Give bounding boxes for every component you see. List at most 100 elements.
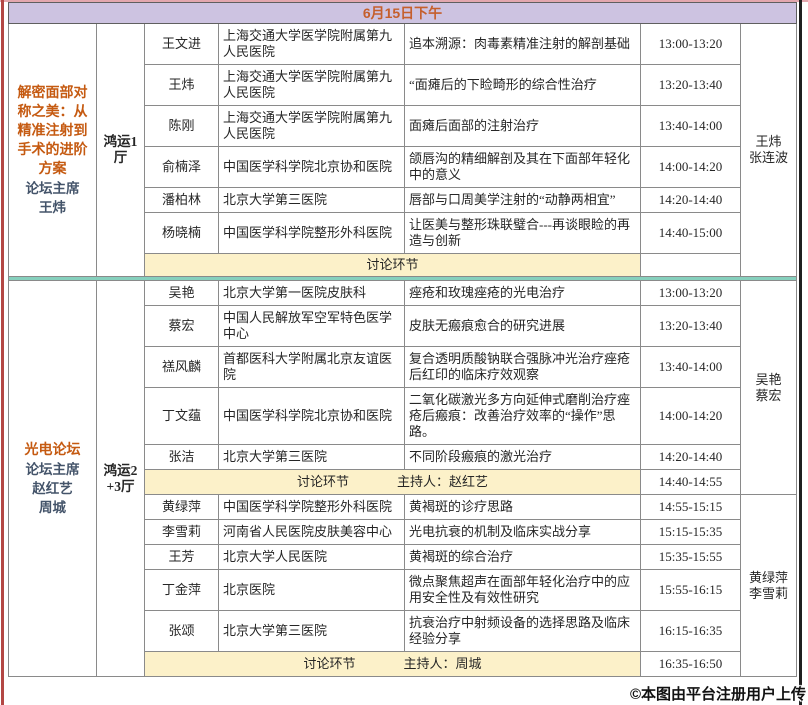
title-cell: 复合透明质酸钠联合强脉冲光治疗痤疮后红印的临床疗效观察 (405, 347, 641, 388)
title-cell: 面瘫后面部的注射治疗 (405, 106, 641, 147)
schedule-page: 6月15日下午 解密面部对称之美：从精准注射到手术的进阶方案论坛主席王炜鸿运1厅… (0, 0, 808, 705)
forum-chair-name: 王炜 (12, 198, 93, 217)
forum-chair-label: 论坛主席 (12, 460, 93, 479)
discussion-cell: 讨论环节 主持人：赵红艺 (145, 470, 641, 495)
affiliation-cell: 北京大学人民医院 (219, 545, 405, 570)
affiliation-cell: 北京大学第三医院 (219, 611, 405, 652)
moderator-name: 蔡宏 (745, 388, 792, 404)
affiliation-cell: 上海交通大学医学院附属第九人民医院 (219, 24, 405, 65)
discussion-cell: 讨论环节 主持人：周城 (145, 652, 641, 677)
time-cell: 15:55-16:15 (641, 570, 741, 611)
forum-cell: 解密面部对称之美：从精准注射到手术的进阶方案论坛主席王炜 (9, 24, 97, 277)
speaker-cell: 李雪莉 (145, 520, 219, 545)
discussion-host-name: 赵红艺 (449, 474, 488, 489)
affiliation-cell: 中国医学科学院整形外科医院 (219, 213, 405, 254)
time-cell (641, 254, 741, 277)
forum-cell: 光电论坛论坛主席赵红艺周城 (9, 281, 97, 677)
time-cell: 15:15-15:35 (641, 520, 741, 545)
time-cell: 13:40-14:00 (641, 347, 741, 388)
title-cell: 二氧化碳激光多方向延伸式磨削治疗痤疮后瘢痕：改善治疗效率的“操作”思路。 (405, 388, 641, 445)
speaker-cell: 吴艳 (145, 281, 219, 306)
time-cell: 13:00-13:20 (641, 24, 741, 65)
affiliation-cell: 北京大学第一医院皮肤科 (219, 281, 405, 306)
time-cell: 16:35-16:50 (641, 652, 741, 677)
discussion-cell: 讨论环节 (145, 254, 641, 277)
speaker-cell: 张洁 (145, 445, 219, 470)
speaker-cell: 陈刚 (145, 106, 219, 147)
discussion-label: 讨论环节 (297, 474, 349, 489)
moderator-name: 张连波 (745, 150, 792, 166)
date-header: 6月15日下午 (9, 3, 797, 24)
time-cell: 13:20-13:40 (641, 65, 741, 106)
affiliation-cell: 中国医学科学院北京协和医院 (219, 147, 405, 188)
time-cell: 13:20-13:40 (641, 306, 741, 347)
speaker-cell: 王文进 (145, 24, 219, 65)
affiliation-cell: 首都医科大学附属北京友谊医院 (219, 347, 405, 388)
room-cell: 鸿运2+3厅 (97, 281, 145, 677)
conference-schedule-table: 6月15日下午 解密面部对称之美：从精准注射到手术的进阶方案论坛主席王炜鸿运1厅… (8, 2, 797, 677)
schedule-row: 光电论坛论坛主席赵红艺周城鸿运2+3厅吴艳北京大学第一医院皮肤科痤疮和玫瑰痤疮的… (9, 281, 797, 306)
title-cell: 黄褐斑的诊疗思路 (405, 495, 641, 520)
affiliation-cell: 北京大学第三医院 (219, 188, 405, 213)
title-cell: 追本溯源：肉毒素精准注射的解剖基础 (405, 24, 641, 65)
speaker-cell: 丁金萍 (145, 570, 219, 611)
room-cell: 鸿运1厅 (97, 24, 145, 277)
time-cell: 13:40-14:00 (641, 106, 741, 147)
speaker-cell: 俞楠泽 (145, 147, 219, 188)
moderator-name: 李雪莉 (745, 586, 792, 602)
platform-watermark: ©本图由平台注册用户上传 (630, 683, 806, 704)
forum-chair-label: 论坛主席 (12, 179, 93, 198)
moderator-cell: 吴艳蔡宏 (741, 281, 797, 495)
speaker-cell: 杨晓楠 (145, 213, 219, 254)
speaker-cell: 蔡宏 (145, 306, 219, 347)
schedule-table-wrap: 6月15日下午 解密面部对称之美：从精准注射到手术的进阶方案论坛主席王炜鸿运1厅… (8, 2, 797, 677)
affiliation-cell: 河南省人民医院皮肤美容中心 (219, 520, 405, 545)
title-cell: 不同阶段瘢痕的激光治疗 (405, 445, 641, 470)
time-cell: 15:35-15:55 (641, 545, 741, 570)
speaker-cell: 丁文蕴 (145, 388, 219, 445)
speaker-cell: 黄绿萍 (145, 495, 219, 520)
affiliation-cell: 中国医学科学院北京协和医院 (219, 388, 405, 445)
discussion-host-name: 周城 (456, 656, 482, 671)
time-cell: 14:20-14:40 (641, 188, 741, 213)
date-header-row: 6月15日下午 (9, 3, 797, 24)
time-cell: 14:00-14:20 (641, 388, 741, 445)
title-cell: 皮肤无瘢痕愈合的研究进展 (405, 306, 641, 347)
time-cell: 13:00-13:20 (641, 281, 741, 306)
discussion-host: 主持人：周城 (403, 656, 481, 671)
title-cell: “面瘫后的下睑畸形的综合性治疗 (405, 65, 641, 106)
discussion-label: 讨论环节 (303, 656, 355, 671)
title-cell: 颌唇沟的精细解剖及其在下面部年轻化中的意义 (405, 147, 641, 188)
discussion-label: 讨论环节 (366, 257, 418, 272)
moderator-name: 王炜 (745, 134, 792, 150)
affiliation-cell: 中国医学科学院整形外科医院 (219, 495, 405, 520)
title-cell: 痤疮和玫瑰痤疮的光电治疗 (405, 281, 641, 306)
moderator-cell: 黄绿萍李雪莉 (741, 495, 797, 677)
forum-chair-name: 周城 (12, 498, 93, 517)
speaker-cell: 王炜 (145, 65, 219, 106)
time-cell: 14:55-15:15 (641, 495, 741, 520)
title-cell: 唇部与口周美学注射的“动静两相宜” (405, 188, 641, 213)
title-cell: 黄褐斑的综合治疗 (405, 545, 641, 570)
moderator-name: 黄绿萍 (745, 570, 792, 586)
forum-chair-name: 赵红艺 (12, 479, 93, 498)
time-cell: 14:00-14:20 (641, 147, 741, 188)
discussion-host-label: 主持人： (397, 474, 449, 489)
schedule-row: 解密面部对称之美：从精准注射到手术的进阶方案论坛主席王炜鸿运1厅王文进上海交通大… (9, 24, 797, 65)
title-cell: 让医美与整形珠联璧合---再谈眼睑的再造与创新 (405, 213, 641, 254)
discussion-host: 主持人：赵红艺 (397, 474, 488, 489)
speaker-cell: 王芳 (145, 545, 219, 570)
forum-title: 解密面部对称之美：从精准注射到手术的进阶方案 (12, 84, 93, 179)
title-cell: 光电抗衰的机制及临床实战分享 (405, 520, 641, 545)
affiliation-cell: 上海交通大学医学院附属第九人民医院 (219, 106, 405, 147)
speaker-cell: 张颂 (145, 611, 219, 652)
discussion-host-label: 主持人： (403, 656, 455, 671)
affiliation-cell: 中国人民解放军空军特色医学中心 (219, 306, 405, 347)
title-cell: 微点聚焦超声在面部年轻化治疗中的应用安全性及有效性研究 (405, 570, 641, 611)
time-cell: 14:20-14:40 (641, 445, 741, 470)
time-cell: 16:15-16:35 (641, 611, 741, 652)
title-cell: 抗衰治疗中射频设备的选择思路及临床经验分享 (405, 611, 641, 652)
speaker-cell: 禚风麟 (145, 347, 219, 388)
time-cell: 14:40-15:00 (641, 213, 741, 254)
affiliation-cell: 北京大学第三医院 (219, 445, 405, 470)
